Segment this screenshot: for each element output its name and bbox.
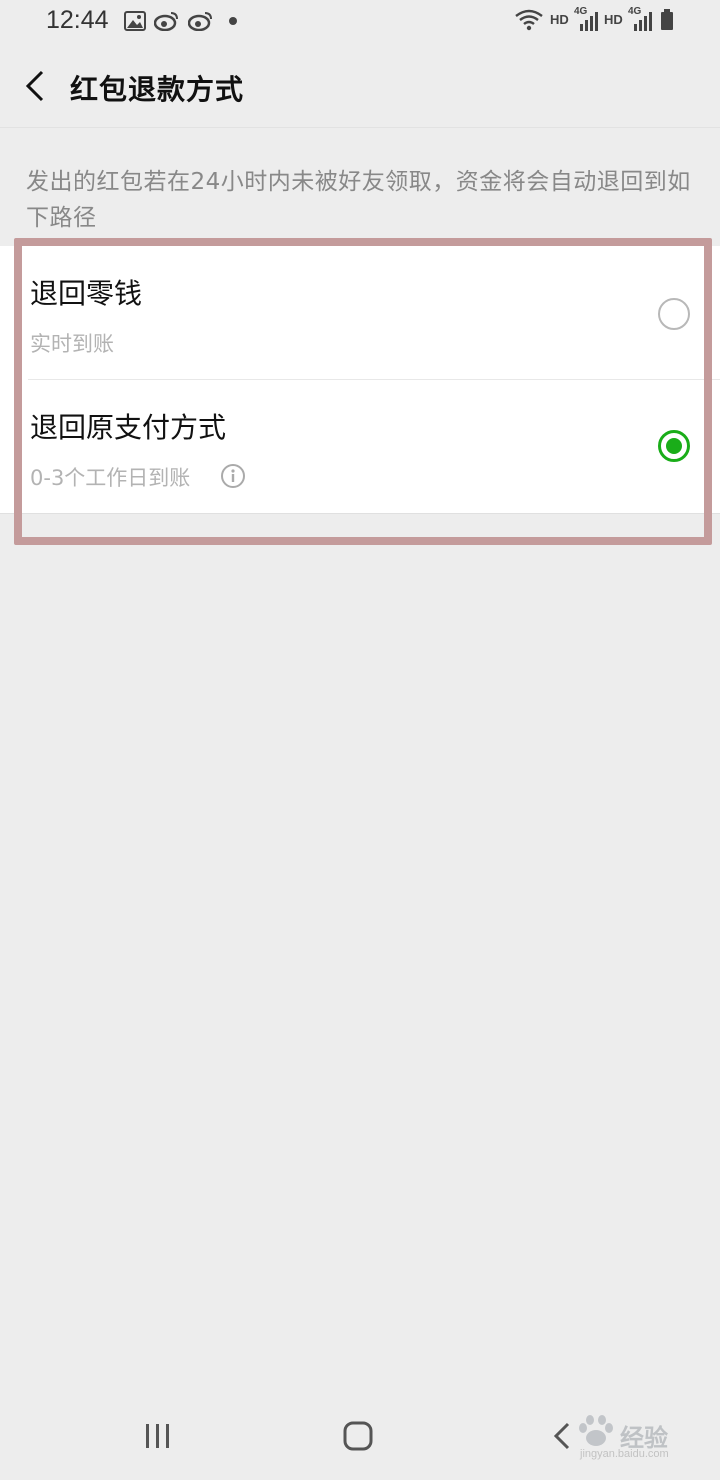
- back-button[interactable]: [16, 64, 60, 108]
- option-refund-to-original-payment[interactable]: 退回原支付方式 0-3个工作日到账: [0, 380, 720, 514]
- weibo-icon: [188, 12, 212, 31]
- home-icon[interactable]: [342, 1420, 374, 1452]
- dot-icon: [229, 17, 237, 25]
- info-icon[interactable]: [220, 463, 246, 489]
- option-subtitle: 0-3个工作日到账: [30, 466, 191, 490]
- option-subtitle: 实时到账: [30, 332, 114, 356]
- radio-button-checked[interactable]: [658, 430, 690, 462]
- back-nav-icon[interactable]: [550, 1420, 572, 1452]
- chevron-left-icon: [25, 70, 44, 102]
- page-title: 红包退款方式: [70, 73, 245, 106]
- battery-icon: [661, 9, 673, 30]
- baidu-paw-logo: [579, 1415, 613, 1446]
- signal-icon: [634, 12, 652, 31]
- screen: 12:44 HD 4G HD 4G 红包退款方式 发出的红包若在24小时内未被好…: [0, 0, 720, 1480]
- watermark-url: jingyan.baidu.com: [580, 1448, 669, 1460]
- radio-button-unchecked[interactable]: [658, 298, 690, 330]
- option-title: 退回原支付方式: [30, 411, 227, 444]
- status-time: 12:44: [46, 6, 109, 34]
- wifi-icon: [515, 9, 543, 31]
- option-title: 退回零钱: [30, 277, 143, 310]
- hd-label: HD: [604, 12, 623, 27]
- weibo-icon: [154, 12, 178, 31]
- hd-label: HD: [550, 12, 569, 27]
- option-refund-to-balance[interactable]: 退回零钱 实时到账: [0, 246, 720, 380]
- status-bar: 12:44 HD 4G HD 4G: [0, 0, 720, 44]
- header: 红包退款方式: [0, 44, 720, 128]
- watermark: 经验 jingyan.baidu.com: [574, 1414, 694, 1464]
- image-icon: [124, 11, 146, 31]
- refund-options-list: 退回零钱 实时到账 退回原支付方式 0-3个工作日到账: [0, 246, 720, 514]
- signal-icon: [580, 12, 598, 31]
- description-text: 发出的红包若在24小时内未被好友领取，资金将会自动退回到如下路径: [26, 169, 691, 231]
- recent-apps-icon[interactable]: [144, 1422, 172, 1450]
